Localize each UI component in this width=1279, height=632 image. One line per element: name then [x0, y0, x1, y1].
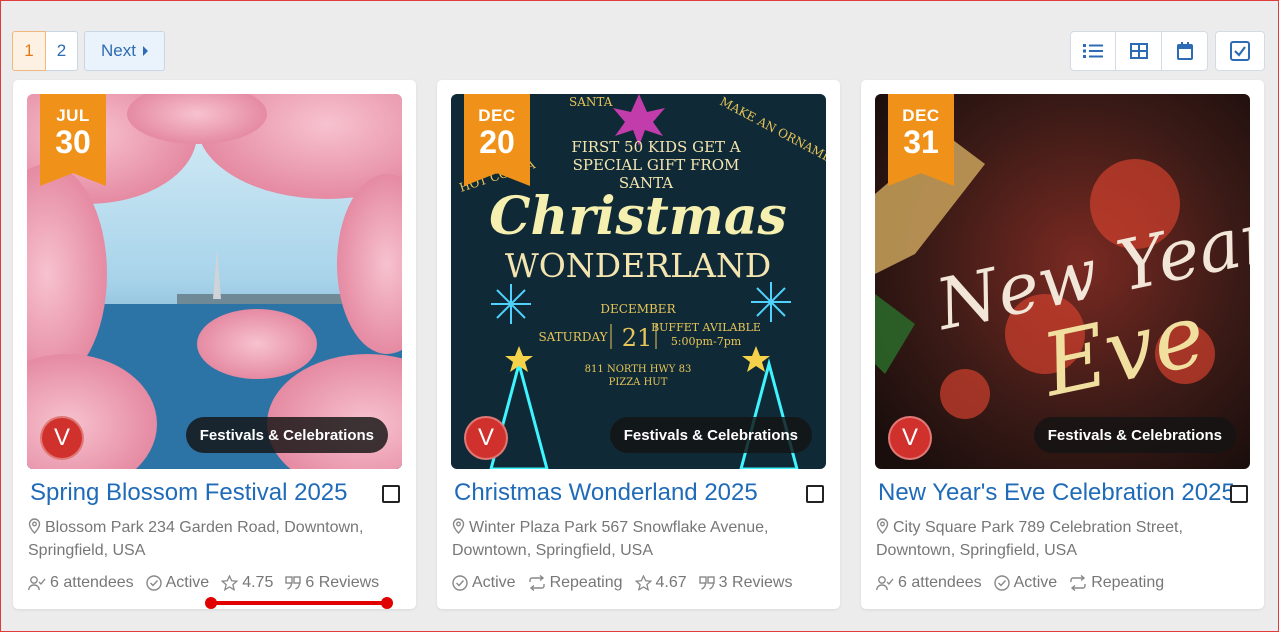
date-ribbon: DEC 31: [888, 94, 954, 186]
poster-addr1: 811 NORTH HWY 83: [585, 364, 692, 375]
poster-addr2: PIZZA HUT: [609, 377, 668, 388]
map-pin-icon: [28, 518, 41, 534]
poster-hours: 5:00pm-7pm: [671, 335, 742, 348]
map-pin-icon: [876, 518, 889, 534]
date-day: 30: [55, 124, 91, 160]
event-title[interactable]: Spring Blossom Festival 2025: [30, 479, 360, 507]
reviews[interactable]: 6 Reviews: [285, 574, 379, 592]
event-meta: 6 attendees Active 4.75 6 Reviews: [28, 574, 391, 592]
organizer-avatar[interactable]: V: [888, 416, 932, 460]
quote-icon: [698, 576, 715, 590]
event-image[interactable]: JUL 30 V Festivals & Celebrations: [27, 94, 402, 469]
event-card[interactable]: New Year Eve DEC 31 V Festivals & Celebr…: [861, 80, 1264, 609]
pagination: 1 2 Next: [12, 31, 165, 71]
event-meta: 6 attendees Active Repeating: [876, 574, 1176, 592]
poster-script: Christmas: [489, 186, 787, 247]
caret-right-icon: [142, 46, 148, 56]
next-page-button[interactable]: Next: [84, 31, 165, 71]
event-address: Winter Plaza Park 567 Snowflake Avenue, …: [452, 516, 822, 562]
category-badge[interactable]: Festivals & Celebrations: [185, 417, 388, 453]
date-ribbon: DEC 20: [464, 94, 530, 186]
user-check-icon: [876, 576, 894, 591]
select-checkbox[interactable]: [382, 485, 400, 503]
date-ribbon: JUL 30: [40, 94, 106, 186]
category-badge[interactable]: Festivals & Celebrations: [1033, 417, 1236, 453]
repeat-icon: [1070, 575, 1086, 591]
date-month: JUL: [56, 106, 90, 125]
page-2-button[interactable]: 2: [46, 31, 78, 71]
repeat-icon: [528, 575, 545, 591]
category-badge[interactable]: Festivals & Celebrations: [609, 417, 812, 453]
select-all-icon: [1230, 41, 1250, 61]
annotation-underline: [205, 597, 393, 609]
list-view-button[interactable]: [1070, 31, 1116, 71]
poster-line2: SPECIAL GIFT FROM: [573, 156, 740, 174]
event-address: City Square Park 789 Celebration Street,…: [876, 516, 1246, 562]
map-pin-icon: [452, 518, 465, 534]
check-circle-icon: [452, 575, 468, 591]
calendar-view-icon: [1176, 42, 1193, 60]
date-month: DEC: [902, 106, 940, 125]
poster-line1: FIRST 50 KIDS GET A: [571, 138, 740, 156]
check-circle-icon: [993, 575, 1010, 591]
event-image[interactable]: New Year Eve DEC 31 V Festivals & Celebr…: [875, 94, 1250, 469]
date-day: 31: [903, 124, 939, 160]
select-checkbox[interactable]: [806, 485, 824, 503]
list-view-icon: [1083, 44, 1103, 58]
address-text: Blossom Park 234 Garden Road, Downtown, …: [28, 519, 364, 559]
event-title[interactable]: Christmas Wonderland 2025: [454, 479, 784, 507]
poster-arc-text: SANTA: [569, 95, 613, 109]
address-text: Winter Plaza Park 567 Snowflake Avenue, …: [452, 519, 769, 559]
select-checkbox[interactable]: [1230, 485, 1248, 503]
address-text: City Square Park 789 Celebration Street,…: [876, 519, 1183, 559]
organizer-avatar[interactable]: V: [40, 416, 84, 460]
event-card[interactable]: JUL 30 V Festivals & Celebrations Spring…: [13, 80, 416, 609]
poster-buffet: BUFFET AVILABLE: [651, 321, 761, 334]
poster-weekday: SATURDAY: [538, 330, 608, 344]
rating: 4.67: [634, 574, 687, 592]
star-icon: [221, 575, 239, 591]
event-title[interactable]: New Year's Eve Celebration 2025: [878, 479, 1235, 507]
select-all-button[interactable]: [1215, 31, 1265, 71]
page-1-button[interactable]: 1: [12, 31, 46, 71]
event-image[interactable]: SANTA HOT COCOA MAKE AN ORNAMENT FIRST 5…: [451, 94, 826, 469]
calendar-view-button[interactable]: [1162, 31, 1208, 71]
user-check-icon: [28, 576, 46, 591]
repeat: Repeating: [528, 574, 623, 592]
next-label: Next: [101, 41, 136, 60]
star-icon: [634, 575, 652, 591]
attendees: 6 attendees: [876, 574, 982, 592]
view-switcher: [1070, 31, 1208, 71]
quote-icon: [285, 576, 302, 590]
date-day: 20: [479, 124, 515, 160]
reviews[interactable]: 3 Reviews: [698, 574, 792, 592]
status: Active: [993, 574, 1057, 592]
repeat: Repeating: [1069, 574, 1164, 592]
check-circle-icon: [145, 575, 162, 591]
date-month: DEC: [478, 106, 516, 125]
rating: 4.75: [221, 574, 273, 592]
poster-date: 21: [622, 324, 653, 352]
status: Active: [145, 574, 209, 592]
event-address: Blossom Park 234 Garden Road, Downtown, …: [28, 516, 398, 562]
status: Active: [452, 574, 516, 592]
attendees: 6 attendees: [28, 574, 134, 592]
event-meta: Active Repeating 4.67 3 Reviews: [452, 574, 804, 592]
event-card[interactable]: SANTA HOT COCOA MAKE AN ORNAMENT FIRST 5…: [437, 80, 840, 609]
grid-view-button[interactable]: [1116, 31, 1162, 71]
organizer-avatar[interactable]: V: [464, 416, 508, 460]
grid-view-icon: [1129, 43, 1148, 59]
poster-word: WONDERLAND: [505, 246, 771, 285]
poster-month: DECEMBER: [600, 302, 676, 316]
